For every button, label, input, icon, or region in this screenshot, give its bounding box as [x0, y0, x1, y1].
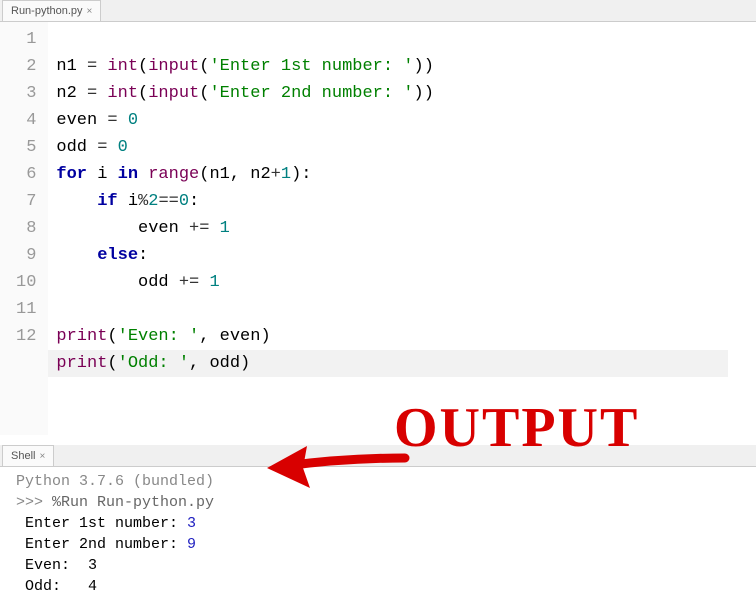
- line-number: 7: [16, 188, 36, 215]
- line-number: 2: [16, 53, 36, 80]
- code-editor[interactable]: 1 2 3 4 5 6 7 8 9 10 11 12 n1 = int(inpu…: [0, 22, 756, 435]
- editor-tab-bar: Run-python.py ×: [0, 0, 756, 22]
- line-number: 1: [16, 26, 36, 53]
- line-gutter: 1 2 3 4 5 6 7 8 9 10 11 12: [0, 22, 48, 435]
- line-number: 3: [16, 80, 36, 107]
- close-icon[interactable]: ×: [87, 6, 93, 17]
- line-number: 10: [16, 269, 36, 296]
- code-area[interactable]: n1 = int(input('Enter 1st number: ')) n2…: [48, 22, 736, 435]
- shell-tab[interactable]: Shell ×: [2, 445, 54, 466]
- output-line: Enter 1st number:: [25, 515, 187, 532]
- shell-tab-label: Shell: [11, 450, 35, 462]
- line-number: 9: [16, 242, 36, 269]
- line-number: 11: [16, 296, 36, 323]
- output-line: Even: 3: [25, 557, 97, 574]
- output-value: 9: [187, 536, 196, 553]
- line-number: 5: [16, 134, 36, 161]
- line-number: 12: [16, 323, 36, 350]
- line-number: 4: [16, 107, 36, 134]
- line-number: 6: [16, 161, 36, 188]
- shell-prompt: >>>: [16, 494, 52, 511]
- shell-command: %Run Run-python.py: [52, 494, 214, 511]
- output-line: Odd: 4: [25, 578, 97, 595]
- shell-output[interactable]: Python 3.7.6 (bundled) >>> %Run Run-pyth…: [0, 467, 756, 605]
- output-value: 3: [187, 515, 196, 532]
- output-line: Enter 2nd number:: [25, 536, 187, 553]
- line-number: 8: [16, 215, 36, 242]
- python-version: Python 3.7.6 (bundled): [16, 473, 214, 490]
- shell-tab-bar: Shell ×: [0, 445, 756, 467]
- editor-tab[interactable]: Run-python.py ×: [2, 0, 101, 21]
- shell-panel: Shell × Python 3.7.6 (bundled) >>> %Run …: [0, 445, 756, 605]
- editor-tab-label: Run-python.py: [11, 5, 83, 17]
- close-icon[interactable]: ×: [39, 451, 45, 462]
